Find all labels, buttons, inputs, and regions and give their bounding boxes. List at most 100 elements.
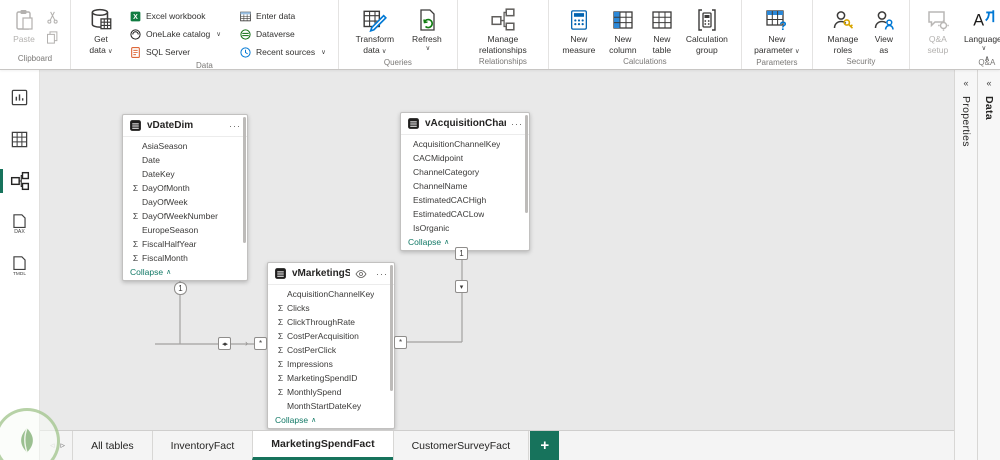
chevron-down-icon: ∨ [794, 47, 800, 55]
dax-query-view-button[interactable]: DAX [0, 210, 40, 236]
field-row[interactable]: DayOfWeek [123, 195, 247, 209]
copy-button[interactable] [42, 28, 62, 46]
field-row[interactable]: ChannelName [401, 179, 529, 193]
table-more-menu[interactable]: ··· [376, 269, 388, 279]
tab-scroll-left-icon[interactable]: ◃ [50, 440, 55, 451]
get-data-button[interactable]: Get data ∨ [79, 4, 123, 58]
table-card-vacquisitionchanneldim[interactable]: vAcquisitionChannelDim ··· AcquisitionCh… [400, 112, 530, 251]
field-row[interactable]: Σ FiscalMonth [123, 251, 247, 265]
field-row[interactable]: EuropeSeason [123, 223, 247, 237]
field-row[interactable]: IsOrganic [401, 221, 529, 235]
field-row[interactable]: Σ Impressions [268, 357, 394, 371]
onelake-catalog-label: OneLake catalog [146, 29, 211, 39]
field-row[interactable]: EstimatedCACHigh [401, 193, 529, 207]
table-card-vmarketingspendfact[interactable]: vMarketingSpendF... ··· AcquisitionChann… [267, 262, 395, 429]
excel-workbook-button[interactable]: X Excel workbook [125, 7, 225, 25]
collapse-ribbon-chevron-icon[interactable]: ∧ [984, 54, 990, 63]
data-panel-collapsed[interactable]: « Data [977, 70, 1000, 460]
field-row[interactable]: CACMidpoint [401, 151, 529, 165]
table-more-menu[interactable]: ··· [229, 121, 241, 131]
field-row[interactable]: AsiaSeason [123, 139, 247, 153]
field-row[interactable]: Date [123, 153, 247, 167]
card-scrollbar[interactable] [243, 117, 246, 243]
field-row[interactable]: ChannelCategory [401, 165, 529, 179]
chevron-down-icon: ∨ [107, 47, 113, 55]
dataverse-button[interactable]: Dataverse [235, 25, 330, 43]
properties-panel-collapsed[interactable]: « Properties [954, 70, 977, 460]
cardinality-many-badge[interactable]: * [394, 336, 407, 349]
calculation-group-button[interactable]: Calculation group [681, 4, 733, 57]
field-label: AcquisitionChannelKey [413, 139, 501, 149]
collapse-link[interactable]: Collapse ∧ [123, 265, 247, 280]
tab-scroll-right-icon[interactable]: ▹ [61, 440, 66, 451]
field-label: AcquisitionChannelKey [287, 289, 375, 299]
cardinality-one-badge[interactable]: 1 [174, 282, 187, 295]
enter-data-button[interactable]: Enter data [235, 7, 330, 25]
chevron-up-icon: ∧ [311, 416, 317, 424]
cardinality-many-badge[interactable]: * [254, 337, 267, 350]
new-table-button[interactable]: New table [645, 4, 679, 57]
field-row[interactable]: AcquisitionChannelKey [401, 137, 529, 151]
field-label: EuropeSeason [142, 225, 199, 235]
field-row[interactable]: Σ CostPerClick [268, 343, 394, 357]
field-row[interactable]: Σ DayOfWeekNumber [123, 209, 247, 223]
new-parameter-button[interactable]: ? New parameter ∨ [750, 4, 804, 58]
recent-sources-button[interactable]: Recent sources ∨ [235, 43, 330, 61]
table-more-menu[interactable]: ··· [511, 119, 523, 129]
calculation-group-label: Calculation group [685, 34, 728, 55]
expand-panel-chevron-icon[interactable]: « [963, 78, 968, 88]
new-layout-button[interactable]: + [530, 431, 560, 460]
expand-panel-chevron-icon[interactable]: « [986, 78, 991, 88]
table-card-vdatedim[interactable]: vDateDim ··· AsiaSeason Date DateKey Σ DayOf… [122, 114, 248, 281]
layout-tab-marketingspendfact[interactable]: MarketingSpendFact [252, 431, 394, 460]
collapse-link[interactable]: Collapse ∧ [268, 413, 394, 428]
transform-data-button[interactable]: Transform data ∨ [347, 4, 403, 58]
eye-visibility-icon[interactable] [355, 268, 367, 280]
view-as-button[interactable]: View as [867, 4, 901, 57]
tmdl-view-button[interactable]: TMDL [0, 252, 40, 278]
refresh-button[interactable]: Refresh ∨ [405, 4, 449, 55]
cardinality-one-badge[interactable]: 1 [455, 247, 468, 260]
layout-tab-inventoryfact[interactable]: InventoryFact [151, 431, 254, 460]
field-label: Impressions [287, 359, 333, 369]
cut-button[interactable] [42, 8, 62, 26]
field-row[interactable]: Σ MonthlySpend [268, 385, 394, 399]
layout-tab-all-tables[interactable]: All tables [72, 431, 153, 460]
paste-button[interactable]: Paste [8, 4, 40, 47]
model-view-button[interactable] [0, 168, 40, 194]
table-view-button[interactable] [0, 126, 40, 152]
sigma-icon: Σ [277, 303, 284, 313]
report-view-button[interactable] [0, 84, 40, 110]
field-row[interactable]: Σ DayOfMonth [123, 181, 247, 195]
field-row[interactable]: MonthStartDateKey [268, 399, 394, 413]
model-diagram-canvas[interactable]: 1 ◂▸ › * 1 ▾ * vDateDim ··· AsiaSeason Da… [40, 70, 954, 430]
onelake-catalog-button[interactable]: OneLake catalog ∨ [125, 25, 225, 43]
field-row[interactable]: Σ FiscalHalfYear [123, 237, 247, 251]
field-row[interactable]: Σ Clicks [268, 301, 394, 315]
crossfilter-down-arrow-badge[interactable]: ▾ [455, 280, 468, 293]
field-label: ChannelCategory [413, 167, 480, 177]
field-row[interactable]: EstimatedCACLow [401, 207, 529, 221]
crossfilter-both-arrow-badge[interactable]: ◂▸ [218, 337, 231, 350]
field-label: Clicks [287, 303, 310, 313]
manage-roles-button[interactable]: Manage roles [821, 4, 865, 57]
field-row[interactable]: Σ MarketingSpendID [268, 371, 394, 385]
language-button[interactable]: A Language ∨ [960, 4, 1000, 55]
new-column-button[interactable]: New column [603, 4, 643, 57]
sigma-icon: Σ [277, 345, 284, 355]
field-row[interactable]: Σ ClickThroughRate [268, 315, 394, 329]
card-scrollbar[interactable] [525, 115, 528, 213]
ribbon-group-data: Get data ∨ X Excel workbook OneLake catal… [71, 0, 339, 70]
qa-setup-button[interactable]: Q&A setup [918, 4, 958, 57]
field-row[interactable]: DateKey [123, 167, 247, 181]
field-row[interactable]: AcquisitionChannelKey [268, 287, 394, 301]
svg-text:DAX: DAX [14, 229, 25, 234]
layout-tab-customersurveyfact[interactable]: CustomerSurveyFact [392, 431, 530, 460]
new-measure-button[interactable]: New measure [557, 4, 601, 57]
clipboard-group-label: Clipboard [17, 54, 53, 63]
manage-relationships-button[interactable]: Manage relationships [466, 4, 540, 57]
field-row[interactable]: Σ CostPerAcquisition [268, 329, 394, 343]
calculation-group-icon [695, 6, 719, 34]
sql-server-button[interactable]: SQL Server [125, 43, 225, 61]
card-scrollbar[interactable] [390, 265, 393, 391]
